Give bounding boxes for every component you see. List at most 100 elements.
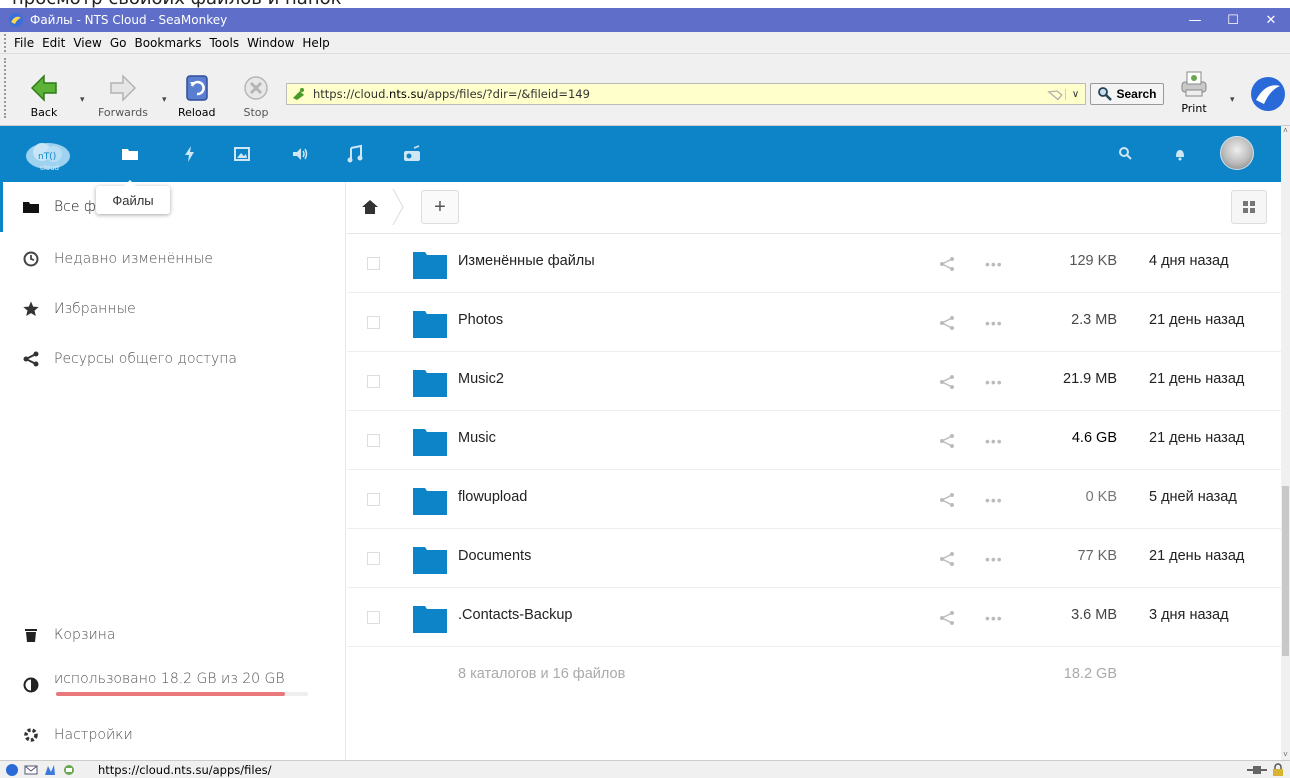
file-name[interactable]: Music: [458, 430, 496, 446]
file-row[interactable]: Изменённые файлы ••• 129 KB 4 дня назад: [347, 234, 1281, 293]
menu-window[interactable]: Window: [247, 36, 294, 50]
composer-icon[interactable]: [43, 763, 57, 777]
row-checkbox[interactable]: [367, 316, 380, 329]
minimize-button[interactable]: —: [1176, 8, 1214, 32]
share-icon[interactable]: [939, 433, 955, 449]
audio-app-icon[interactable]: [290, 144, 310, 164]
sidebar-item-settings[interactable]: Настройки: [0, 710, 346, 760]
more-actions-icon[interactable]: •••: [985, 315, 1003, 331]
gallery-app-icon[interactable]: [232, 144, 252, 164]
scrollbar-thumb[interactable]: [1282, 486, 1289, 656]
mail-icon[interactable]: [24, 763, 38, 777]
search-button[interactable]: Search: [1090, 83, 1164, 105]
url-text[interactable]: https://cloud.nts.su/apps/files/?dir=/&f…: [313, 87, 590, 101]
more-actions-icon[interactable]: •••: [985, 433, 1003, 449]
row-checkbox[interactable]: [367, 375, 380, 388]
file-name[interactable]: .Contacts-Backup: [458, 607, 572, 623]
activity-app-icon[interactable]: [180, 144, 200, 164]
close-button[interactable]: ✕: [1252, 8, 1290, 32]
chat-icon[interactable]: [62, 763, 76, 777]
site-identity-icon[interactable]: [291, 86, 307, 102]
scroll-down-arrow-icon[interactable]: ˅: [1281, 750, 1290, 760]
print-dropdown-icon[interactable]: ▾: [1230, 94, 1235, 105]
share-icon[interactable]: [939, 374, 955, 390]
scroll-up-arrow-icon[interactable]: ˄: [1281, 126, 1290, 136]
padlock-icon[interactable]: [1272, 762, 1284, 777]
sidebar-item-favorites[interactable]: Избранные: [0, 284, 346, 334]
file-name[interactable]: flowupload: [458, 489, 527, 505]
back-button[interactable]: Back: [28, 72, 60, 119]
share-icon[interactable]: [939, 610, 955, 626]
file-row[interactable]: .Contacts-Backup ••• 3.6 MB 3 дня назад: [347, 588, 1281, 647]
more-actions-icon[interactable]: •••: [985, 551, 1003, 567]
sidebar-item-trash[interactable]: Корзина: [0, 610, 346, 660]
file-name[interactable]: Documents: [458, 548, 531, 564]
share-icon[interactable]: [939, 492, 955, 508]
page-scrollbar[interactable]: ˄ ˅: [1281, 126, 1290, 760]
radio-app-icon[interactable]: [402, 144, 422, 164]
folder-icon: [413, 370, 447, 397]
row-checkbox[interactable]: [367, 552, 380, 565]
row-checkbox[interactable]: [367, 611, 380, 624]
file-name[interactable]: Изменённые файлы: [458, 253, 595, 269]
user-avatar[interactable]: [1220, 136, 1254, 170]
file-summary-row: 8 каталогов и 16 файлов 18.2 GB: [347, 650, 1281, 700]
online-status-icon[interactable]: [1246, 764, 1268, 776]
home-icon[interactable]: [361, 198, 379, 216]
grid-icon: [1243, 201, 1255, 213]
back-dropdown-icon[interactable]: ▾: [80, 94, 85, 105]
menu-tools[interactable]: Tools: [210, 36, 240, 50]
stop-button[interactable]: Stop: [240, 72, 272, 119]
url-history-dropdown-icon[interactable]: ∨: [1065, 88, 1085, 100]
navigation-toolbar: Back ▾ Forwards ▾ Reload Stop https://cl…: [0, 54, 1290, 126]
trash-icon: [25, 629, 37, 642]
sidebar-item-all-files[interactable]: Все файлы: [0, 182, 346, 232]
share-icon[interactable]: [939, 315, 955, 331]
menu-help[interactable]: Help: [302, 36, 329, 50]
file-row[interactable]: Music2 ••• 21.9 MB 21 день назад: [347, 352, 1281, 411]
row-checkbox[interactable]: [367, 434, 380, 447]
menu-file[interactable]: File: [14, 36, 34, 50]
share-icon[interactable]: [939, 551, 955, 567]
row-checkbox[interactable]: [367, 493, 380, 506]
menubar-grip[interactable]: [4, 33, 10, 52]
file-name[interactable]: Photos: [458, 312, 503, 328]
files-app-icon[interactable]: [120, 144, 140, 164]
more-actions-icon[interactable]: •••: [985, 256, 1003, 272]
toolbar-grip[interactable]: [4, 58, 10, 118]
share-icon[interactable]: [939, 256, 955, 272]
maximize-button[interactable]: ☐: [1214, 8, 1252, 32]
more-actions-icon[interactable]: •••: [985, 492, 1003, 508]
grid-view-toggle[interactable]: [1231, 190, 1267, 224]
file-row[interactable]: Documents ••• 77 KB 21 день назад: [347, 529, 1281, 588]
more-actions-icon[interactable]: •••: [985, 374, 1003, 390]
sidebar-item-recent[interactable]: Недавно изменённые: [0, 234, 346, 284]
more-actions-icon[interactable]: •••: [985, 610, 1003, 626]
menu-bookmarks[interactable]: Bookmarks: [134, 36, 201, 50]
cloud-logo-icon[interactable]: nT() cloud: [24, 138, 72, 172]
navigator-icon[interactable]: [5, 763, 19, 777]
url-bar[interactable]: https://cloud.nts.su/apps/files/?dir=/&f…: [286, 83, 1086, 105]
file-row[interactable]: Photos ••• 2.3 MB 21 день назад: [347, 293, 1281, 352]
reload-button[interactable]: Reload: [178, 72, 215, 119]
file-row[interactable]: Music ••• 4.6 GB 21 день назад: [347, 411, 1281, 470]
file-name[interactable]: Music2: [458, 371, 504, 387]
notifications-bell-icon[interactable]: [1170, 144, 1190, 164]
file-row[interactable]: flowupload ••• 0 KB 5 дней назад: [347, 470, 1281, 529]
caption-strip: просмотр своиоих файлов и папок: [0, 0, 1290, 8]
row-checkbox[interactable]: [367, 257, 380, 270]
new-file-button[interactable]: +: [421, 190, 459, 224]
menu-edit[interactable]: Edit: [42, 36, 65, 50]
forwards-dropdown-icon[interactable]: ▾: [162, 94, 167, 105]
bookmark-tag-icon[interactable]: [1047, 87, 1065, 101]
search-icon[interactable]: [1116, 144, 1136, 164]
seamonkey-throbber-icon[interactable]: [1250, 76, 1286, 112]
sidebar-item-shares[interactable]: Ресурсы общего доступа: [0, 334, 346, 384]
print-button[interactable]: Print: [1178, 68, 1210, 115]
menu-go[interactable]: Go: [110, 36, 127, 50]
sidebar-settings-label: Настройки: [54, 727, 133, 743]
menu-view[interactable]: View: [73, 36, 101, 50]
file-size: 129 KB: [1069, 253, 1117, 269]
forwards-button[interactable]: Forwards: [98, 72, 148, 119]
music-app-icon[interactable]: [345, 144, 365, 164]
